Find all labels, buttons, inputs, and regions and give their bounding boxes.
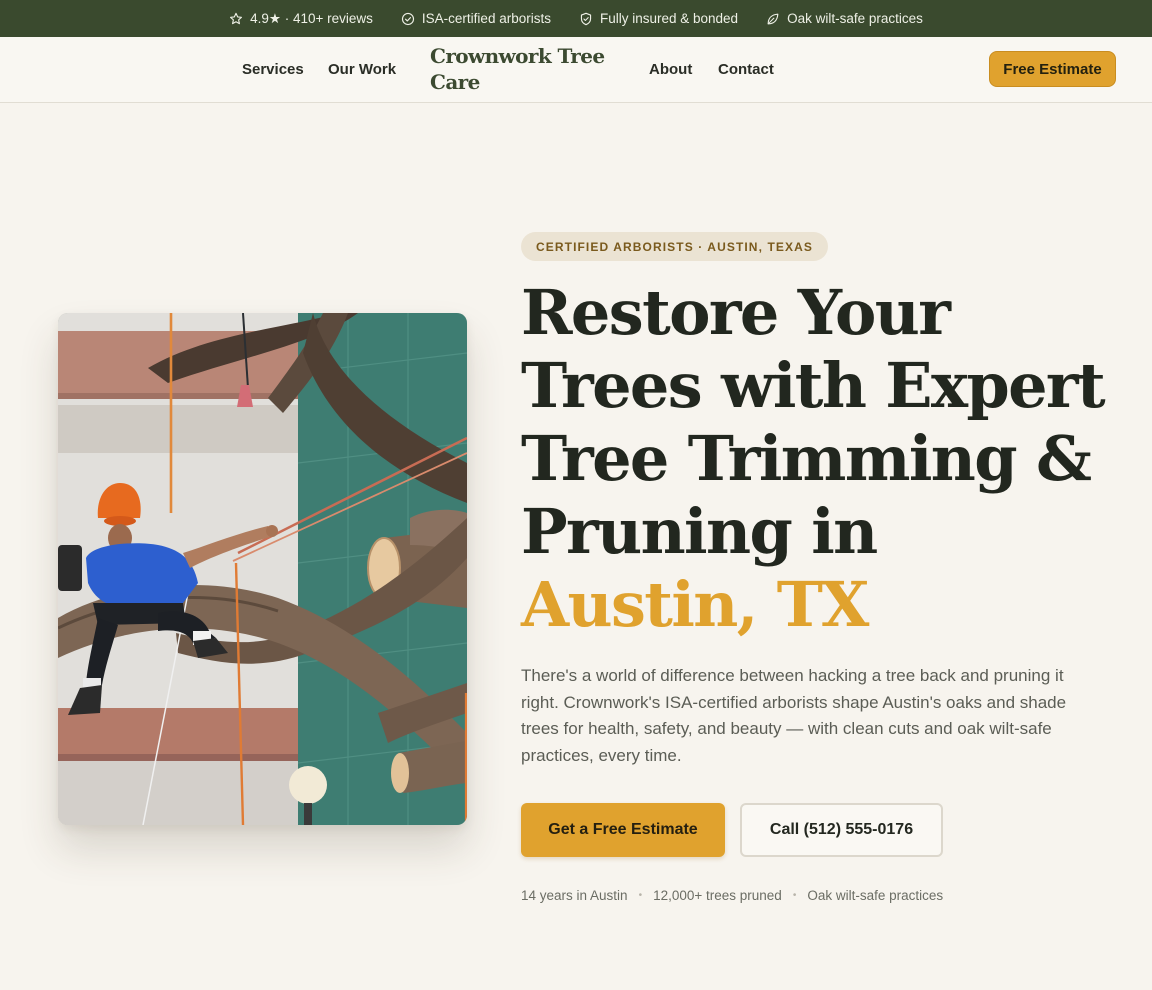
trust-item-oak-wilt: Oak wilt-safe practices xyxy=(766,11,923,26)
trust-label: 4.9★ · 410+ reviews xyxy=(250,10,373,26)
site-header: Services Our Work Crownwork Tree Care Ab… xyxy=(0,37,1152,103)
hero-lead-paragraph: There's a world of difference between ha… xyxy=(521,666,1067,765)
hero-headline-accent: Austin, TX xyxy=(521,568,869,641)
shield-icon xyxy=(579,12,593,26)
hero-image xyxy=(58,313,467,825)
hero-headline-main: Restore Your Trees with Expert Tree Trim… xyxy=(521,276,1106,568)
arborist-photo xyxy=(58,313,467,825)
stat-oak-wilt: Oak wilt-safe practices xyxy=(807,888,944,903)
hero-headline: Restore Your Trees with Expert Tree Trim… xyxy=(521,276,1141,641)
brand-logo[interactable]: Crownwork Tree Care xyxy=(430,43,620,95)
leaf-icon xyxy=(766,12,780,26)
nav-link-contact[interactable]: Contact xyxy=(718,61,774,78)
trust-item-reviews: 4.9★ · 410+ reviews xyxy=(229,11,373,27)
stat-trees-pruned: 12,000+ trees pruned xyxy=(653,888,782,903)
hero-stats: 14 years in Austin • 12,000+ trees prune… xyxy=(521,888,943,903)
get-free-estimate-button[interactable]: Get a Free Estimate xyxy=(521,803,725,857)
eyebrow-badge: CERTIFIED ARBORISTS · AUSTIN, TEXAS xyxy=(521,232,828,261)
trust-label: Fully insured & bonded xyxy=(599,11,739,26)
trust-item-certified: ISA-certified arborists xyxy=(401,11,551,26)
separator-dot: • xyxy=(638,890,643,901)
call-phone-button[interactable]: Call (512) 555-0176 xyxy=(740,803,943,857)
trust-bar: 4.9★ · 410+ reviews ISA-certified arbori… xyxy=(0,0,1152,37)
trust-label: Oak wilt-safe practices xyxy=(787,11,923,26)
trust-item-insured: Fully insured & bonded xyxy=(579,11,738,26)
stat-years: 14 years in Austin xyxy=(521,888,628,903)
trust-label: ISA-certified arborists xyxy=(421,11,551,26)
nav-link-services[interactable]: Services xyxy=(242,61,304,78)
separator-dot: • xyxy=(792,890,797,901)
nav-link-our-work[interactable]: Our Work xyxy=(328,61,396,78)
check-circle-icon xyxy=(401,12,415,26)
nav-link-about[interactable]: About xyxy=(649,61,692,78)
star-icon xyxy=(229,12,243,26)
free-estimate-button[interactable]: Free Estimate xyxy=(989,51,1116,87)
